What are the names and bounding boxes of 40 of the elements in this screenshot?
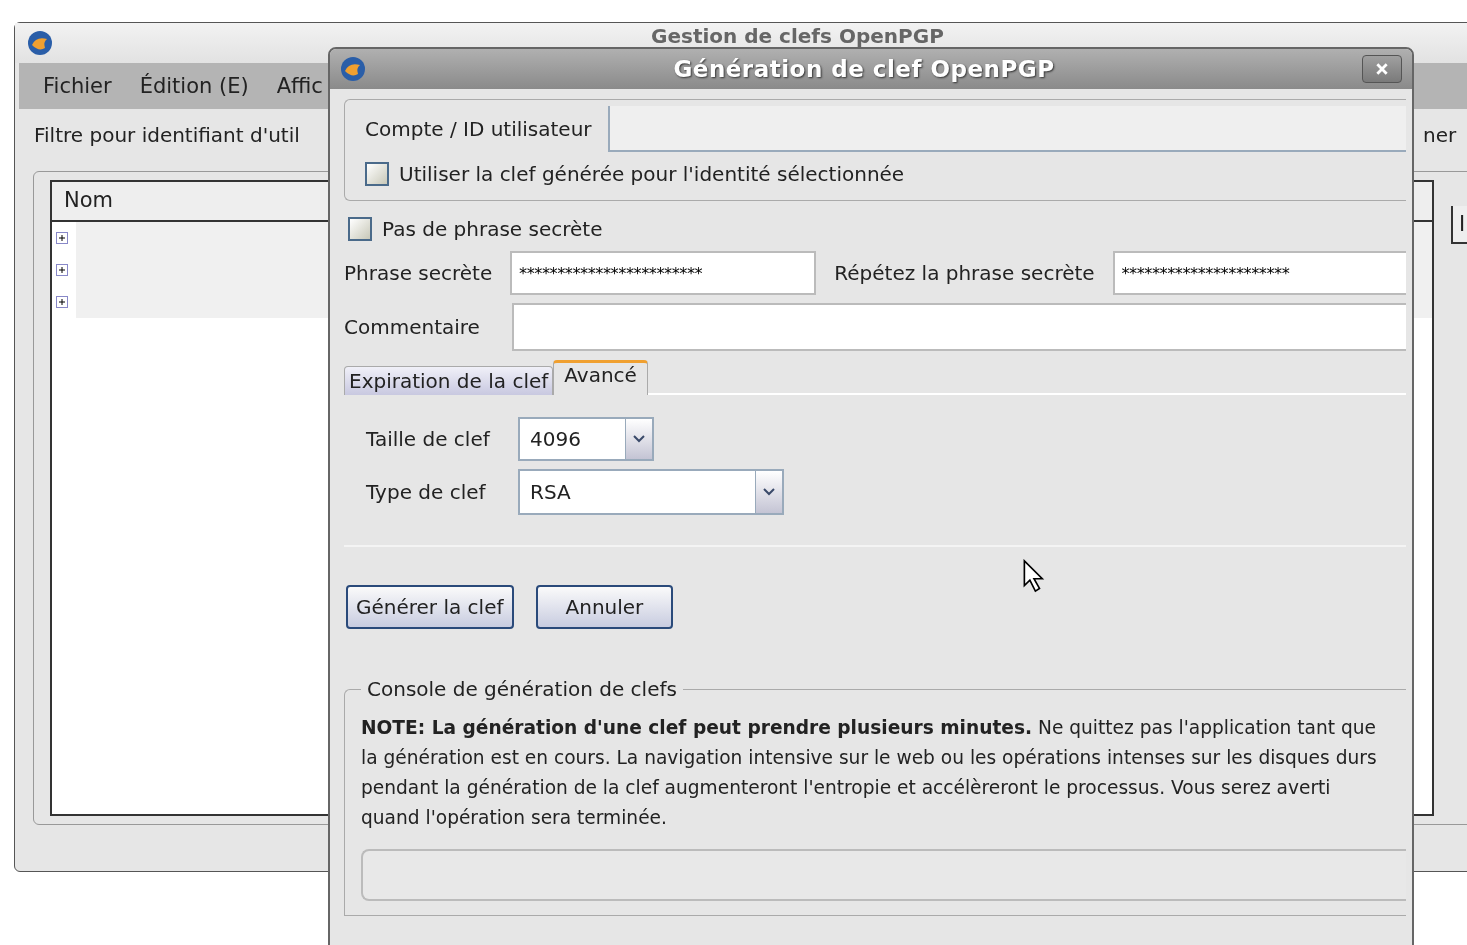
key-type-label: Type de clef [366, 480, 487, 504]
close-button[interactable] [1362, 55, 1402, 83]
note-text: NOTE: La génération d'une clef peut prendre plusieurs minutes. Ne quittez pas l'application tant que la génération est en cours. La navigation intensive sur le web ou les opérations intenses sur les disques durs pendant la génération de la clef augmenteront l'entropie et accélèreront le processus. Vous serez averti quand l'opération sera terminée. [361, 716, 1378, 830]
filter-label: Filtre pour identifiant d'util [34, 123, 300, 147]
menu-item[interactable]: Affic [276, 74, 323, 98]
window-title: Gestion de clefs OpenPGP [651, 24, 944, 48]
passphrase-field[interactable]: ************************ [510, 251, 817, 295]
dialog-title: Génération de clef OpenPGP [672, 56, 1056, 82]
comment-label: Commentaire [344, 315, 480, 339]
dialog-button[interactable]: Annuler [535, 585, 674, 629]
repeat-passphrase-label: Répétez la phrase secrète [834, 261, 1095, 285]
expand-icon[interactable] [56, 232, 68, 244]
key-type-dropdown[interactable]: RSA [518, 469, 784, 515]
checkbox[interactable] [365, 162, 389, 186]
chevron-down-icon [633, 435, 645, 443]
expand-icon[interactable] [56, 264, 68, 276]
show-all-label: ner [1423, 123, 1457, 147]
repeat-passphrase-field[interactable]: ********************** [1112, 251, 1406, 295]
column-header[interactable]: I [1451, 206, 1467, 244]
key-size-dropdown[interactable]: 4096 [518, 417, 654, 461]
checkbox-label: Pas de phrase secrète [382, 217, 603, 241]
close-icon [1375, 62, 1389, 76]
console-title: Console de génération de clefs [366, 677, 678, 701]
expand-icon[interactable] [56, 296, 68, 308]
comment-field[interactable] [511, 303, 1406, 351]
chevron-down-icon [763, 488, 775, 496]
tab[interactable]: Expiration de la clef [344, 366, 554, 395]
passphrase-label: Phrase secrète [344, 261, 493, 285]
dialog-button[interactable]: Générer la clef [346, 585, 514, 629]
cursor-icon [1023, 559, 1045, 593]
menu-item[interactable]: Édition (E) [139, 74, 249, 98]
checkbox[interactable] [348, 217, 372, 241]
account-field[interactable] [607, 106, 1406, 152]
app-icon [27, 30, 53, 56]
key-size-label: Taille de clef [366, 427, 492, 451]
checkbox-label: Utiliser la clef générée pour l'identité sélectionnée [399, 162, 905, 186]
menu-item[interactable]: Fichier [43, 74, 112, 98]
account-label: Compte / ID utilisateur [365, 117, 592, 141]
tab[interactable]: Avancé [553, 360, 648, 395]
app-icon [340, 56, 366, 82]
